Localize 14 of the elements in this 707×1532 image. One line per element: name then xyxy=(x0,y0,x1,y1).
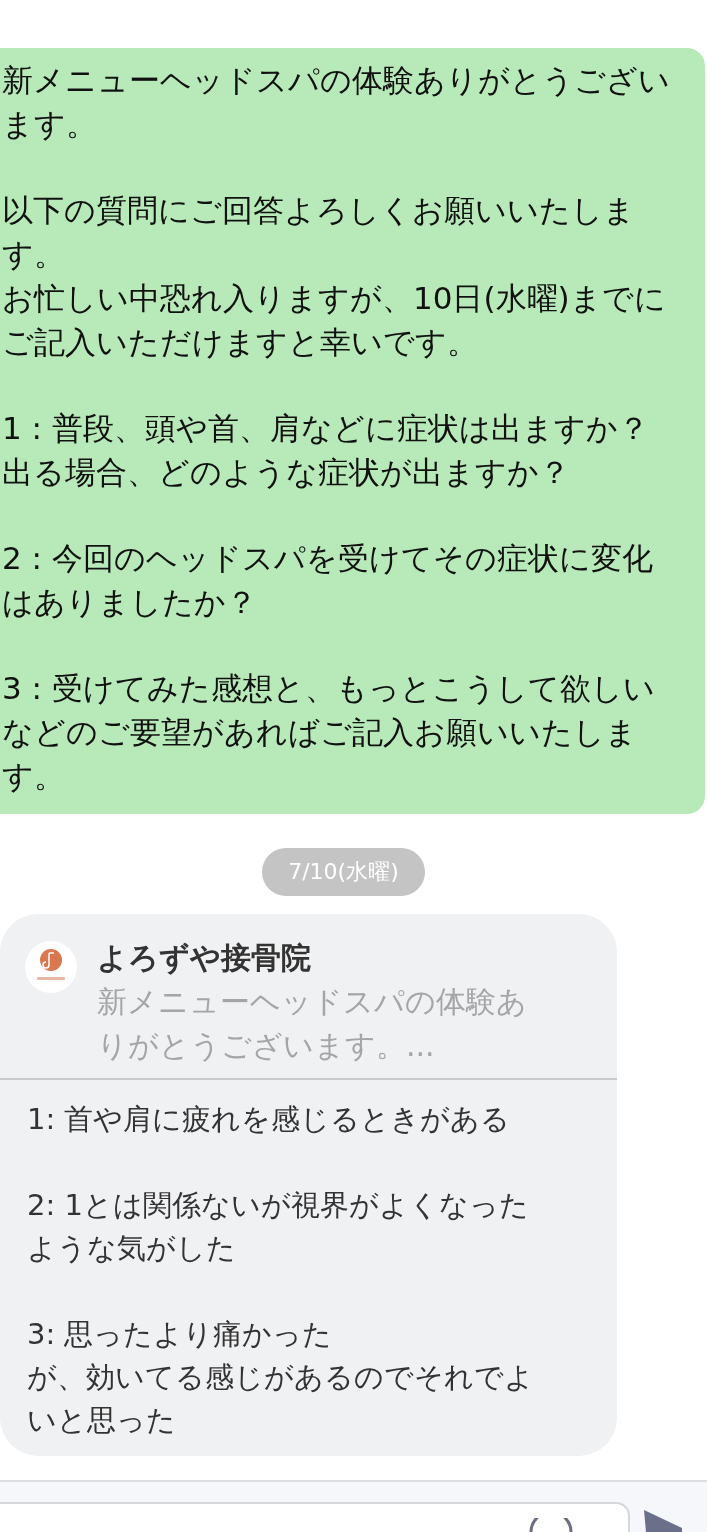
message-text: お忙しい中恐れ入りますが、10日(水曜)までにご記入いただけますと幸いです。 xyxy=(2,279,667,362)
answer-text: 3: 思ったより痛かった xyxy=(27,1316,334,1353)
answer-text: が、効いてる感じがあるのでそれでよいと思った xyxy=(27,1359,535,1439)
date-chip: 7/10(水曜) xyxy=(262,848,425,896)
answer-text: 1: 首や肩に疲れを感じるときがある xyxy=(27,1101,512,1138)
message-text: 新メニューヘッドスパの体験ありがとうございます。 xyxy=(2,61,671,144)
message-text: 出る場合、どのような症状が出ますか？ xyxy=(2,453,571,492)
sender-name: よろずや接骨院 xyxy=(97,939,312,977)
message-text: 以下の質問にご回答よろしくお願いいたします。 xyxy=(2,191,636,274)
message-text: 1 : 普段、頭や首、肩などに症状は出ますか？ xyxy=(2,409,650,448)
quoted-preview: 新メニューヘッドスパの体験ありがとうございます。... xyxy=(97,983,528,1065)
answer-text: 2: 1とは関係ないが視界がよくなったような気がした xyxy=(27,1187,530,1267)
message-text: 2 : 今回のヘッドスパを受けてその症状に変化はありましたか？ xyxy=(2,539,654,622)
message-text: 3 : 受けてみた感想と、もっとこうして欲しいなどのご要望があればご記入お願いいたします。 xyxy=(2,669,656,796)
